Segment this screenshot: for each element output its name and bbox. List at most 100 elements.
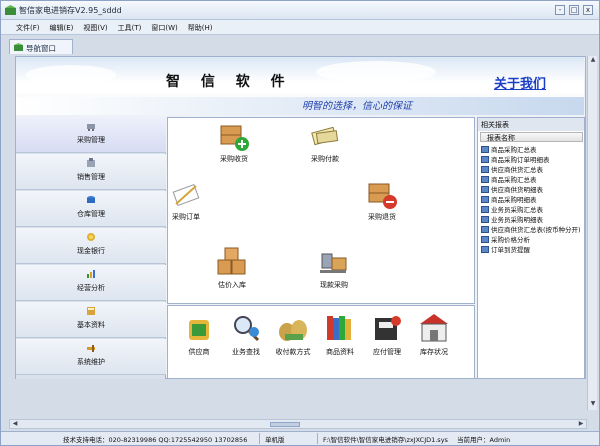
left-nav: 采购管理 销售管理 仓库管理 现金银行 经营分析 基本资料 系统维护: [16, 117, 166, 379]
supplier-icon: [189, 320, 209, 340]
report-item[interactable]: 供应商供货明细表: [481, 184, 585, 194]
tab-navigation-window[interactable]: 导航窗口: [9, 39, 73, 54]
nav-label: 系统维护: [77, 358, 105, 366]
work-label: 估价入库: [218, 281, 246, 289]
report-item[interactable]: 商品采购汇总表: [481, 174, 585, 184]
about-us-link[interactable]: 关于我们: [494, 73, 546, 92]
menu-bar: 文件(F) 编辑(E) 视图(V) 工具(T) 窗口(W) 帮助(H): [1, 20, 599, 35]
edition-label: 单机版: [265, 436, 285, 444]
menu-view[interactable]: 视图(V): [78, 20, 112, 34]
nav-purchase[interactable]: 采购管理: [16, 117, 166, 153]
work-label: 采购收货: [220, 155, 248, 163]
scroll-up-icon[interactable]: ▲: [588, 56, 598, 64]
report-icon: [481, 246, 489, 253]
payable-icon: [375, 316, 401, 340]
shortcut-bar: 供应商 业务查找 收付款方式 商品资料 应付管理 库存状况: [167, 305, 475, 379]
report-icon: [481, 226, 489, 233]
navigation-icon: [14, 43, 23, 51]
books-icon: [327, 316, 351, 340]
report-icon: [481, 156, 489, 163]
close-button[interactable]: x: [583, 5, 593, 15]
vertical-scrollbar[interactable]: ▲ ▼: [587, 56, 597, 410]
report-icon: [481, 166, 489, 173]
scroll-down-icon[interactable]: ▼: [588, 400, 598, 408]
scroll-thumb[interactable]: [270, 422, 300, 427]
shortcut-product-data[interactable]: 商品资料: [317, 306, 363, 366]
brand-title: 智 信 软 件: [166, 74, 293, 90]
banner: 智 信 软 件 关于我们 明智的选择，信心的保证: [16, 57, 584, 115]
work-receive-goods[interactable]: 采购收货: [204, 120, 264, 170]
support-phone: 技术支持电话：020-82319986 QQ:1725542950 137028…: [63, 436, 248, 444]
return-goods-icon: [368, 183, 397, 209]
slogan: 明智的选择，信心的保证: [302, 101, 412, 112]
menu-window[interactable]: 窗口(W): [146, 20, 182, 34]
current-user: 当前用户：Admin: [457, 436, 511, 444]
report-item[interactable]: 商品采购汇总表: [481, 144, 585, 154]
panel-title: 相关报表: [478, 118, 584, 131]
shortcut-payment-methods[interactable]: 收付款方式: [270, 306, 316, 366]
report-icon: [481, 236, 489, 243]
work-cash-purchase[interactable]: 现款采购: [304, 246, 364, 296]
report-item[interactable]: 商品采购明细表: [481, 194, 585, 204]
work-label: 采购订单: [172, 213, 200, 221]
work-estimate-stock[interactable]: 估价入库: [202, 246, 262, 296]
sales-icon: [87, 158, 95, 167]
nav-warehouse[interactable]: 仓库管理: [16, 191, 166, 227]
menu-edit[interactable]: 编辑(E): [45, 20, 79, 34]
search-business-icon: [234, 316, 260, 342]
estimate-stock-icon: [217, 247, 246, 275]
purchase-order-icon: [172, 184, 200, 206]
report-item[interactable]: 业务员采购明细表: [481, 214, 585, 224]
shortcut-supplier[interactable]: 供应商: [176, 306, 222, 366]
nav-maintenance[interactable]: 系统维护: [16, 339, 166, 375]
nav-analysis[interactable]: 经营分析: [16, 265, 166, 301]
work-payment[interactable]: 采购付款: [295, 120, 355, 170]
maximize-button[interactable]: □: [569, 5, 579, 15]
nav-label: 经营分析: [77, 284, 105, 292]
report-item[interactable]: 供应商供货汇总表: [481, 164, 585, 174]
scroll-right-icon[interactable]: ▶: [576, 420, 586, 428]
menu-tools[interactable]: 工具(T): [113, 20, 147, 34]
scroll-left-icon[interactable]: ◀: [10, 420, 20, 428]
work-return-goods[interactable]: 采购退货: [352, 178, 412, 228]
report-item[interactable]: 供应商供货汇总表(按币种分开): [481, 224, 585, 234]
shortcut-payable[interactable]: 应付管理: [364, 306, 410, 366]
report-icon: [481, 176, 489, 183]
horizontal-scrollbar[interactable]: ◀ ▶: [9, 419, 587, 429]
report-item[interactable]: 业务员采购汇总表: [481, 204, 585, 214]
nav-basic-data[interactable]: 基本资料: [16, 302, 166, 338]
nav-label: 现金银行: [77, 247, 105, 255]
nav-label: 销售管理: [77, 173, 105, 181]
related-reports-panel: 相关报表 报表名称 商品采购汇总表 商品采购订单明细表 供应商供货汇总表 商品采…: [477, 117, 585, 379]
report-icon: [481, 146, 489, 153]
cart-icon: [87, 124, 95, 131]
menu-help[interactable]: 帮助(H): [183, 20, 218, 34]
report-item[interactable]: 订单到货提醒: [481, 244, 585, 254]
nav-cash-bank[interactable]: 现金银行: [16, 228, 166, 264]
store-icon: [420, 314, 448, 342]
main-window: 智信家电进销存V2.95_sddd - □ x 文件(F) 编辑(E) 视图(V…: [0, 0, 600, 446]
report-icon: [481, 186, 489, 193]
nav-label: 基本资料: [77, 321, 105, 329]
receive-goods-icon: [220, 125, 249, 151]
cash-icon: [87, 233, 95, 241]
window-title: 智信家电进销存V2.95_sddd: [19, 6, 122, 15]
report-item[interactable]: 商品采购订单明细表: [481, 154, 585, 164]
work-purchase-order[interactable]: 采购订单: [156, 178, 216, 228]
report-item[interactable]: 采购价格分析: [481, 234, 585, 244]
report-icon: [481, 206, 489, 213]
nav-sales[interactable]: 销售管理: [16, 154, 166, 190]
minimize-button[interactable]: -: [555, 5, 565, 15]
cash-purchase-icon: [320, 253, 347, 273]
purchase-workarea: 采购收货 采购付款 采购订单 采购退货 估价入库 现款采购: [167, 117, 475, 304]
tab-label: 导航窗口: [26, 44, 56, 53]
shortcut-inventory-status[interactable]: 库存状况: [411, 306, 457, 366]
shortcut-search-business[interactable]: 业务查找: [223, 306, 269, 366]
analysis-icon: [87, 270, 95, 278]
work-label: 采购付款: [311, 155, 339, 163]
report-icon: [481, 216, 489, 223]
report-column-header[interactable]: 报表名称: [480, 132, 583, 142]
basic-data-icon: [87, 307, 95, 315]
work-label: 采购退货: [368, 213, 396, 221]
menu-file[interactable]: 文件(F): [11, 20, 45, 34]
